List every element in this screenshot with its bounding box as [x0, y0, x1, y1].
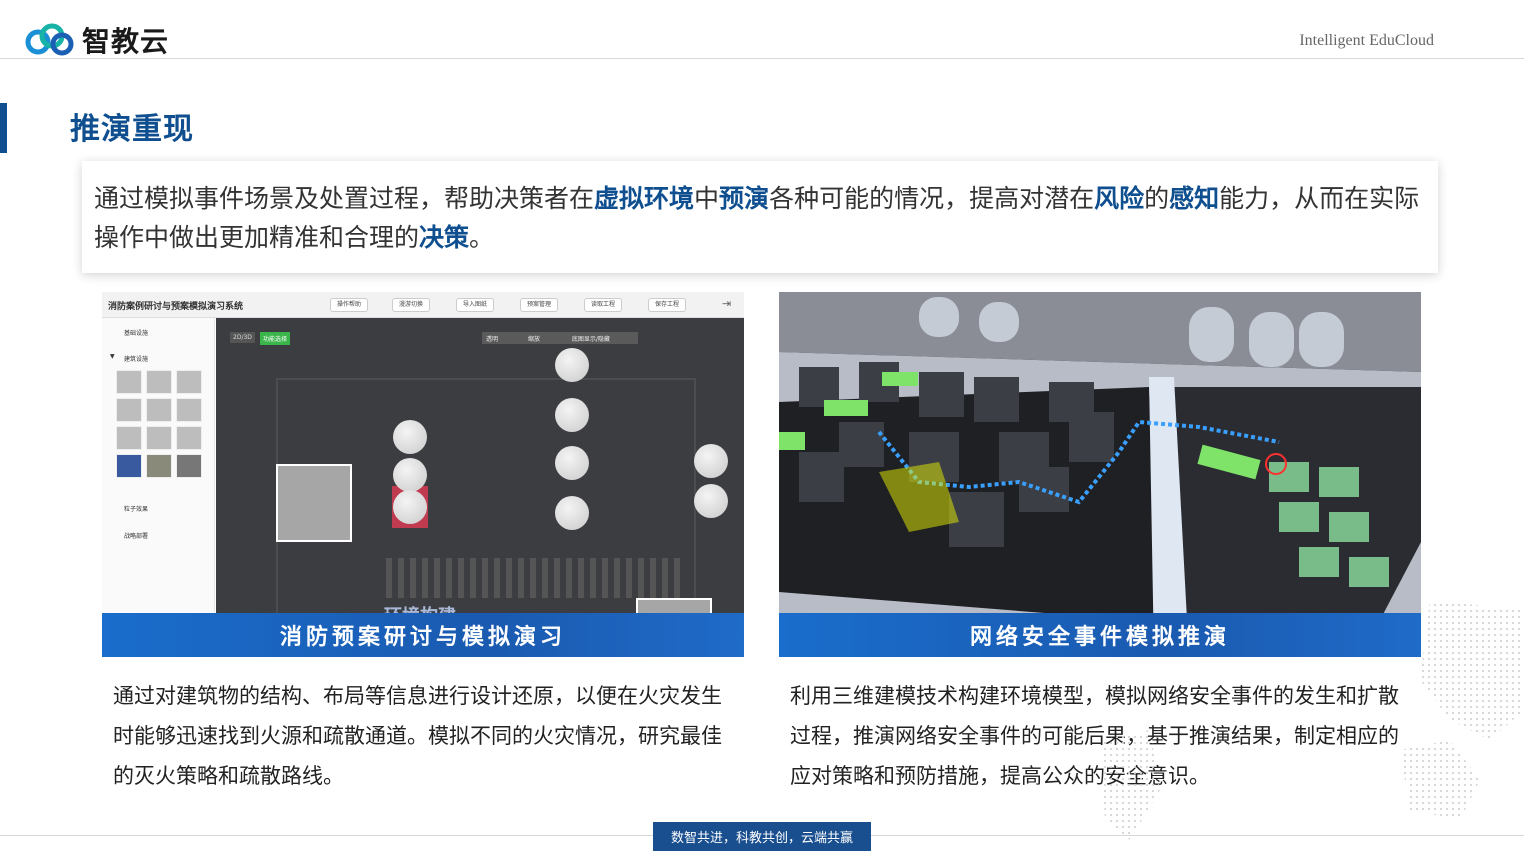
fire-drill-description: 通过对建筑物的结构、布局等信息进行设计还原，以便在火灾发生时能够迅速找到火源和疏…	[113, 684, 722, 788]
logo-text: 智教云	[82, 25, 170, 58]
fire-drill-panel: 消防案例研讨与预案模拟演习系统 操作帮助 漫游切换 导入图纸 预案管理 读取工程…	[102, 292, 744, 657]
storage-tank	[393, 490, 427, 524]
floor-plan-view[interactable]: 2D/3D 功能选择 透明 缩放 底图显示/隐藏 环境构建	[216, 318, 744, 657]
dotted-world-map	[1100, 600, 1524, 840]
model-thumbnail[interactable]	[116, 398, 142, 422]
model-thumbnail[interactable]	[176, 398, 202, 422]
model-thumbnail[interactable]	[176, 370, 202, 394]
summary-keyword: 感知	[1169, 184, 1220, 213]
model-thumbnail[interactable]	[116, 454, 142, 478]
chevron-down-icon[interactable]: ▼	[110, 353, 115, 360]
model-thumbnail[interactable]	[176, 426, 202, 450]
storage-tank	[555, 446, 589, 480]
pipe-rack	[386, 558, 686, 598]
summary-card: 通过模拟事件场景及处置过程，帮助决策者在虚拟环境中预演各种可能的情况，提高对潜在…	[82, 161, 1438, 273]
storage-tank	[555, 496, 589, 530]
model-thumbnail[interactable]	[116, 426, 142, 450]
basemap-toggle[interactable]: 底图显示/隐藏	[572, 336, 610, 343]
app-title: 消防案例研讨与预案模拟演习系统	[108, 302, 244, 312]
storage-tank	[694, 484, 728, 518]
toolbar-plan-button[interactable]: 预案管理	[520, 298, 559, 312]
storage-tank	[393, 420, 427, 454]
opacity-slider-label[interactable]: 透明	[486, 336, 498, 343]
model-thumbnail[interactable]	[176, 454, 202, 478]
summary-segment: 。	[469, 223, 495, 252]
app-sidebar: 基础设施 ▼ 建筑设施 粒子效果 战略部署	[102, 318, 215, 657]
summary-text: 通过模拟事件场景及处置过程，帮助决策者在虚拟环境中预演各种可能的情况，提高对潜在…	[94, 179, 1426, 257]
summary-keyword: 虚拟环境	[594, 184, 695, 213]
app-toolbar: 消防案例研讨与预案模拟演习系统 操作帮助 漫游切换 导入图纸 预案管理 读取工程…	[102, 292, 744, 318]
title-accent-bar	[0, 103, 7, 153]
toolbar-help-button[interactable]: 操作帮助	[330, 298, 369, 312]
sidebar-item-infra[interactable]: 基础设施	[124, 328, 148, 337]
view-toggle-button[interactable]: 2D/3D	[230, 332, 255, 343]
logout-icon[interactable]: ⇥	[722, 297, 731, 310]
model-thumbnail[interactable]	[146, 398, 172, 422]
storage-tank	[555, 348, 589, 382]
warehouse-block	[276, 464, 352, 542]
tagline: Intelligent EduCloud	[1299, 32, 1434, 49]
toolbar-save-button[interactable]: 保存工程	[648, 298, 687, 312]
sidebar-item-building[interactable]: 建筑设施	[124, 354, 148, 363]
sidebar-item-strategy[interactable]: 战略部署	[124, 531, 148, 540]
toolbar-load-button[interactable]: 读取工程	[584, 298, 623, 312]
sidebar-item-particles[interactable]: 粒子效果	[124, 504, 148, 513]
model-thumbnail[interactable]	[146, 454, 172, 478]
model-thumbnail[interactable]	[116, 370, 142, 394]
summary-keyword: 决策	[419, 223, 470, 252]
summary-keyword: 风险	[1094, 184, 1145, 213]
logo: 智教云	[24, 18, 169, 62]
cloud-logo-icon	[25, 23, 74, 56]
view-active-button[interactable]: 功能选择	[260, 332, 291, 345]
storage-tank	[393, 458, 427, 492]
toolbar-roam-button[interactable]: 漫游切换	[392, 298, 431, 312]
header-divider	[0, 58, 1524, 59]
toolbar-import-button[interactable]: 导入图纸	[456, 298, 495, 312]
summary-segment: 各种可能的情况，提高对潜在	[769, 184, 1095, 213]
summary-segment: 通过模拟事件场景及处置过程，帮助决策者在	[94, 184, 595, 213]
panel-caption: 消防预案研讨与模拟演习	[279, 625, 566, 650]
summary-segment: 的	[1144, 184, 1170, 213]
storage-tank	[694, 444, 728, 478]
view-controls: 透明 缩放 底图显示/隐藏	[482, 332, 638, 344]
summary-keyword: 预演	[719, 184, 770, 213]
footer-slogan: 数智共进，科教共创，云端共赢	[670, 831, 853, 846]
page-title: 推演重现	[70, 112, 194, 147]
storage-tank	[555, 398, 589, 432]
zoom-slider-label[interactable]: 缩放	[528, 336, 540, 343]
model-thumbnail[interactable]	[146, 426, 172, 450]
footer-slogan-box: 数智共进，科教共创，云端共赢	[653, 822, 871, 851]
caption-bar: 消防预案研讨与模拟演习	[102, 613, 744, 657]
model-thumbnail[interactable]	[146, 370, 172, 394]
summary-segment: 中	[694, 184, 720, 213]
